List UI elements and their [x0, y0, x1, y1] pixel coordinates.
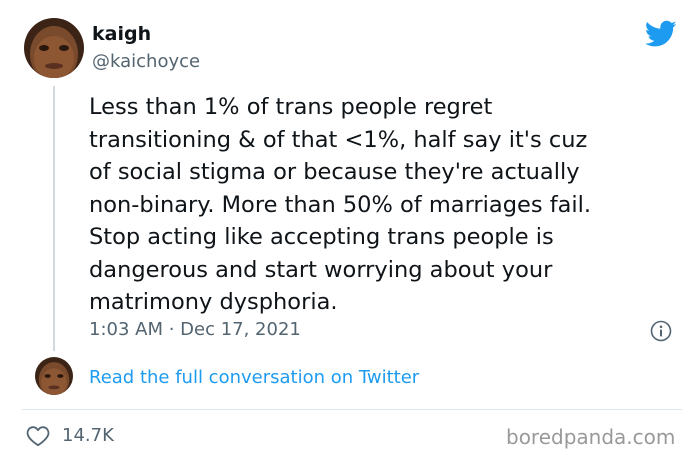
watermark: boredpanda.com	[506, 425, 676, 449]
tweet-text-line: non-binary. More than 50% of marriages f…	[89, 191, 592, 218]
author-display-name[interactable]: kaigh	[92, 22, 151, 46]
author-avatar[interactable]	[24, 18, 84, 78]
avatar-image	[24, 18, 84, 78]
tweet-text-line: of social stigma or because they're actu…	[89, 159, 580, 185]
author-handle[interactable]: @kaichoyce	[92, 50, 200, 74]
like-count: 14.7K	[62, 425, 114, 446]
read-conversation-link[interactable]: Read the full conversation on Twitter	[89, 366, 419, 390]
divider	[22, 409, 682, 410]
tweet-timestamp[interactable]: 1:03 AM · Dec 17, 2021	[89, 318, 301, 342]
tweet-text-line: Stop acting like accepting trans people …	[89, 224, 554, 250]
reader-avatar[interactable]	[35, 357, 73, 395]
twitter-bird-icon[interactable]	[645, 20, 677, 48]
tweet-text: Less than 1% of trans people regret tran…	[89, 91, 679, 319]
thread-line	[53, 86, 55, 351]
tweet-text-line: matrimony dysphoria.	[89, 289, 338, 315]
info-icon[interactable]	[650, 320, 672, 342]
heart-icon[interactable]	[26, 425, 50, 447]
tweet-text-line: Less than 1% of trans people regret	[89, 94, 493, 120]
tweet-text-line: transitioning & of that <1%, half say it…	[89, 126, 588, 153]
avatar-image	[35, 357, 73, 395]
tweet-text-line: dangerous and start worrying about your	[89, 256, 553, 283]
